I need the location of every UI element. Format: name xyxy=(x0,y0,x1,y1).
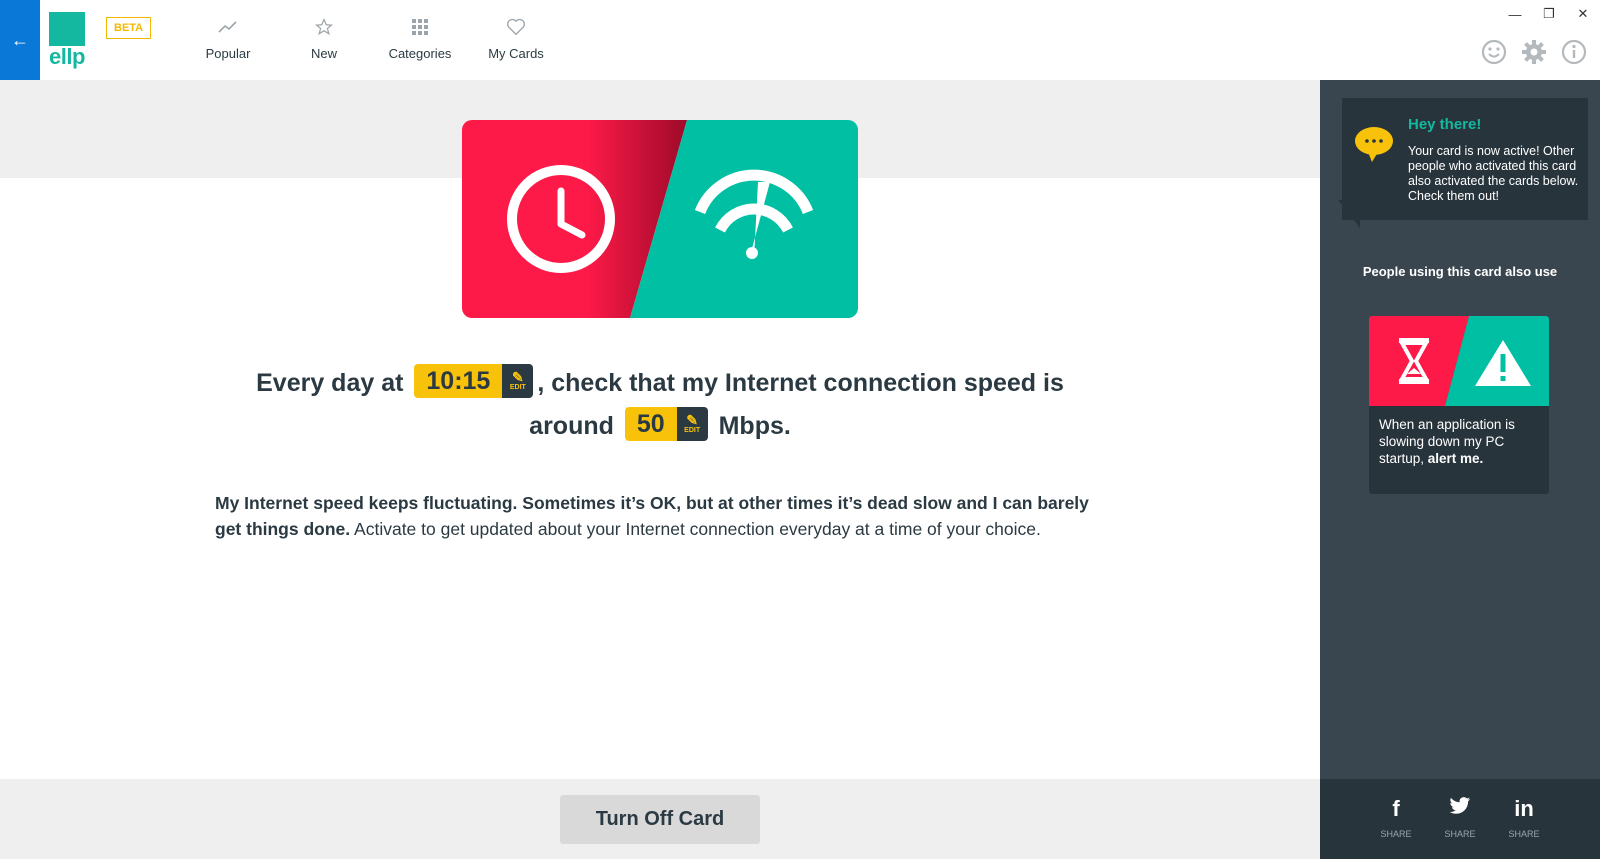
smiley-icon[interactable] xyxy=(1480,38,1508,66)
edit-label: EDIT xyxy=(509,384,526,392)
top-actions xyxy=(1480,38,1588,66)
back-button[interactable]: ← xyxy=(0,0,40,80)
welcome-bubble: Hey there! Your card is now active! Othe… xyxy=(1342,98,1588,220)
window-controls: — ❐ ✕ xyxy=(1498,0,1600,28)
speed-value[interactable]: 50 xyxy=(624,407,677,442)
restore-button[interactable]: ❐ xyxy=(1532,0,1566,28)
speed-chip[interactable]: 50 ✎ EDIT xyxy=(624,407,708,442)
grid-icon xyxy=(372,14,468,40)
description-normal: Activate to get updated about your Inter… xyxy=(350,519,1041,539)
main-nav: Popular New Categories My Cards xyxy=(180,14,564,61)
minimize-button[interactable]: — xyxy=(1498,0,1532,28)
related-card[interactable]: When an application is slowing down my P… xyxy=(1369,316,1549,494)
bubble-title: Hey there! xyxy=(1408,116,1482,133)
nav-my-cards[interactable]: My Cards xyxy=(468,14,564,61)
info-icon[interactable] xyxy=(1560,38,1588,66)
sentence-part-1: Every day at xyxy=(256,369,404,397)
twitter-icon xyxy=(1435,795,1485,823)
nav-categories-label: Categories xyxy=(388,46,452,61)
speed-edit-button[interactable]: ✎ EDIT xyxy=(676,407,708,442)
sentence-part-4: Mbps. xyxy=(718,412,791,440)
chat-bubble-icon xyxy=(1354,126,1396,164)
twitter-share-button[interactable]: SHARE xyxy=(1435,795,1485,859)
share-label: SHARE xyxy=(1444,829,1476,839)
logo-square xyxy=(49,12,85,46)
nav-new[interactable]: New xyxy=(276,14,372,61)
gear-icon[interactable] xyxy=(1520,38,1548,66)
related-card-text-bold: alert me. xyxy=(1427,451,1484,466)
right-sidebar: Hey there! Your card is now active! Othe… xyxy=(1320,80,1600,859)
nav-popular[interactable]: Popular xyxy=(180,14,276,61)
logo-text: ellp xyxy=(49,44,85,69)
time-value[interactable]: 10:15 xyxy=(414,364,503,399)
pencil-icon: ✎ xyxy=(686,412,699,429)
related-card-text: When an application is slowing down my P… xyxy=(1369,406,1549,477)
back-arrow-icon: ← xyxy=(11,29,29,50)
facebook-icon: f xyxy=(1392,796,1400,821)
nav-categories[interactable]: Categories xyxy=(372,14,468,61)
related-card-banner xyxy=(1369,316,1549,406)
share-row: f SHARE SHARE in SHARE xyxy=(1320,779,1600,859)
sentence-part-2: , check that my Internet connection spee… xyxy=(537,369,1064,397)
edit-label: EDIT xyxy=(684,427,701,435)
people-also-use-title: People using this card also use xyxy=(1362,264,1558,279)
turn-off-card-button[interactable]: Turn Off Card xyxy=(560,795,760,844)
share-label: SHARE xyxy=(1380,829,1412,839)
close-button[interactable]: ✕ xyxy=(1566,0,1600,28)
top-bar: ← ellp BETA Popular New Categories My Ca… xyxy=(0,0,1600,80)
nav-my-cards-label: My Cards xyxy=(488,46,544,61)
beta-badge: BETA xyxy=(106,17,152,39)
bubble-tail xyxy=(1338,200,1360,228)
nav-popular-label: Popular xyxy=(205,46,251,61)
sentence-part-3: around xyxy=(529,412,614,440)
ellp-logo[interactable]: ellp xyxy=(49,12,89,70)
heart-icon xyxy=(468,14,564,40)
linkedin-share-button[interactable]: in SHARE xyxy=(1499,795,1549,859)
linkedin-icon: in xyxy=(1514,796,1534,821)
card-sentence: Every day at 10:15 ✎ EDIT, check that my I… xyxy=(150,362,1170,448)
card-description: My Internet speed keeps fluctuating. Som… xyxy=(215,490,1095,542)
pencil-icon: ✎ xyxy=(511,369,524,386)
share-label: SHARE xyxy=(1508,829,1540,839)
time-edit-button[interactable]: ✎ EDIT xyxy=(502,364,534,399)
star-icon xyxy=(276,14,372,40)
facebook-share-button[interactable]: f SHARE xyxy=(1371,795,1421,859)
hero-card xyxy=(462,120,858,318)
bubble-text: Your card is now active! Other people wh… xyxy=(1408,144,1579,203)
nav-new-label: New xyxy=(310,46,337,61)
time-chip[interactable]: 10:15 ✎ EDIT xyxy=(414,364,534,399)
main-content: Every day at 10:15 ✎ EDIT, check that my I… xyxy=(0,80,1320,859)
trending-icon xyxy=(180,14,276,40)
